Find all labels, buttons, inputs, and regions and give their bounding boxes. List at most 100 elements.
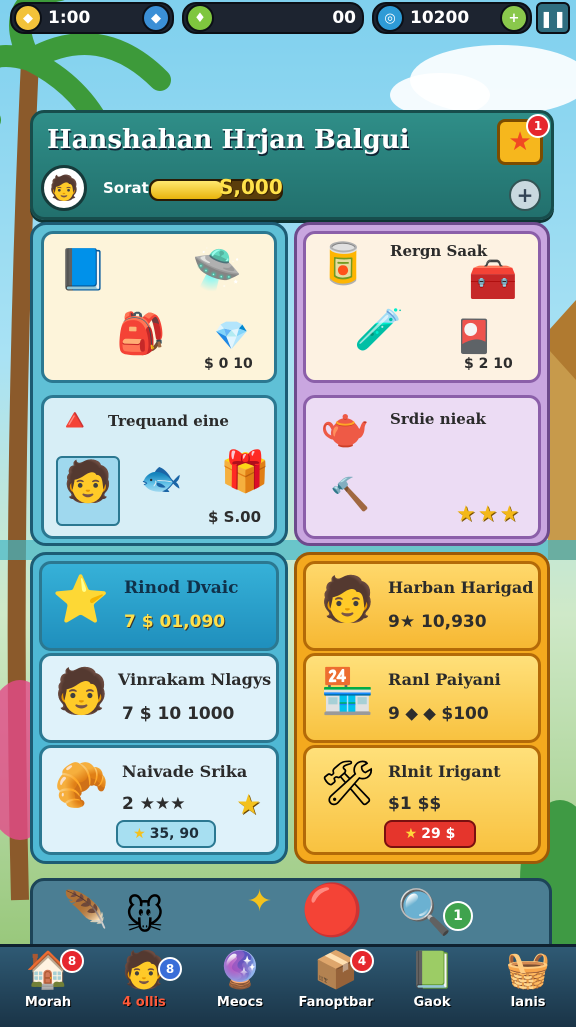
list-item[interactable]: 🥐 Naivade Srika 2 ★★★ ★ ★ 35, 90 [39, 745, 279, 855]
star-icon: ★ [133, 826, 146, 842]
nav-label: 4 ollis [122, 995, 166, 1010]
book-icon: 📗 [409, 950, 455, 991]
blue-crystal-icon: 💎 [214, 319, 249, 352]
orb-icon: 🔮 [217, 950, 263, 991]
nav-badge: 8 [60, 949, 84, 973]
nav-badge: 8 [158, 957, 182, 981]
item-price: $1 $$ [388, 794, 442, 814]
feather-icon[interactable]: 🪶 [63, 893, 108, 929]
tray-badge: 1 [443, 901, 473, 931]
shop-header-panel: Hanshahan Hrjan Balgui 🧑 Sorat S,000 ★ 1… [30, 110, 554, 220]
nav-characters[interactable]: 🧑 4 ollis 8 [96, 947, 192, 1027]
leaf-gem-icon: ♦ [186, 4, 214, 32]
currency-leaves[interactable]: ♦ 00 [182, 2, 364, 34]
upper-left-panel: 📘 🛸 🎒 💎 $ 0 10 🔺 Trequand eine 🧑 🐟 🎁 $ S… [30, 222, 288, 546]
progress-value: S,000 [219, 175, 283, 199]
starfish-icon: ⭐ [52, 572, 110, 626]
list-item[interactable]: 🧑 Vinrakam Nlagys 7 $ 10 1000 [39, 653, 279, 743]
item-price: 9 ⬥ ⬥ $100 [388, 704, 489, 724]
character-icon: 🧑 [320, 574, 375, 625]
list-item[interactable]: ⭐ Rinod Dvaic 7 $ 01,090 [39, 561, 279, 651]
add-button[interactable]: + [509, 179, 541, 211]
lower-right-panel: 🧑 Harban Harigad 9★ 10,930 🏪 Ranl Paiyan… [294, 552, 550, 864]
buy-button-label: 29 $ [421, 826, 456, 842]
lower-left-panel: ⭐ Rinod Dvaic 7 $ 01,090 🧑 Vinrakam Nlag… [30, 552, 288, 864]
player-face-icon: 🧑 [49, 174, 79, 202]
gold-star-icon[interactable]: ✦ [247, 887, 272, 917]
list-item[interactable]: 🧑 Harban Harigad 9★ 10,930 [303, 561, 541, 651]
item-name: Ranl Paiyani [388, 670, 501, 689]
character-icon[interactable]: 🐭 [125, 897, 165, 935]
item-name: Naivade Srika [122, 762, 248, 781]
item-price: 9★ 10,930 [388, 612, 487, 632]
nav-label: Meocs [216, 995, 264, 1010]
list-item[interactable]: 🏪 Ranl Paiyani 9 ⬥ ⬥ $100 [303, 653, 541, 743]
currency-gems[interactable]: ◆ 1:00 ◆ [10, 2, 174, 34]
mid-left-item-card[interactable]: 🔺 Trequand eine 🧑 🐟 🎁 $ S.00 [41, 395, 277, 539]
top-left-item-card[interactable]: 📘 🛸 🎒 💎 $ 0 10 [41, 231, 277, 383]
top-right-item-card[interactable]: Rergn Saak 🥫 🧰 🧪 🎴 $ 2 10 [303, 231, 541, 383]
pause-button[interactable]: ❚❚ [536, 2, 570, 34]
fish-icon: 🐟 [140, 459, 183, 499]
star-icon: ★ [236, 788, 262, 821]
pause-icon: ❚❚ [539, 8, 567, 28]
star-icon: ★ [404, 826, 418, 842]
shop-title: Hanshahan Hrjan Balgui [47, 125, 410, 155]
item-name: Harban Harigad [388, 578, 534, 597]
favorites-button[interactable]: ★ 1 [497, 114, 550, 165]
sort-label: Sorat [103, 179, 149, 197]
nav-badge: 4 [350, 949, 374, 973]
item-title: Trequand eine [108, 412, 229, 430]
blue-chest-icon: 🧰 [468, 257, 518, 303]
currency-coins-value: 10200 [410, 8, 470, 28]
character-icon: 🧑 [54, 666, 109, 717]
shovel-icon: 🔨 [330, 475, 370, 513]
buy-button[interactable]: ★ 29 $ [384, 820, 476, 848]
nav-label: Gaok [413, 995, 451, 1010]
orb-icon[interactable]: 🔴 [301, 885, 363, 935]
nav-crate[interactable]: 🧺 Ianis [480, 947, 576, 1027]
item-price: 7 $ 01,090 [124, 612, 226, 632]
player-avatar[interactable]: 🧑 [41, 165, 87, 211]
nav-orbs[interactable]: 🔮 Meocs [192, 947, 288, 1027]
nav-chest[interactable]: 📦 Fanoptbar 4 [288, 947, 384, 1027]
nav-label: Fanoptbar [298, 995, 374, 1010]
alien-hat-icon: 🛸 [192, 247, 242, 293]
coin-icon: ◎ [376, 4, 404, 32]
add-leaf-icon[interactable]: + [500, 4, 528, 32]
pink-card-icon: 🎴 [454, 317, 494, 355]
currency-gems-value: 1:00 [48, 8, 91, 28]
rating-stars: ★★★ [456, 502, 522, 527]
green-potion-icon: 🧪 [354, 307, 404, 353]
buy-button-label: 35, 90 [149, 826, 199, 842]
mid-right-item-card[interactable]: 🫖 Srdie nieak 🔨 ★★★ [303, 395, 541, 539]
buy-button[interactable]: ★ 35, 90 [116, 820, 216, 848]
item-price: $ S.00 [208, 508, 262, 526]
item-name: Rlnit Irigant [388, 762, 501, 781]
item-name: Vinrakam Nlagys [118, 670, 272, 689]
nav-home[interactable]: 🏠 Morah 8 [0, 947, 96, 1027]
market-stall-icon: 🏪 [320, 666, 375, 717]
item-price: 7 $ 10 1000 [122, 704, 235, 724]
green-bag-icon: 🎒 [116, 311, 166, 357]
item-price: $ 2 10 [464, 356, 513, 372]
item-title: Srdie nieak [390, 410, 486, 428]
plus-icon: + [516, 183, 534, 207]
item-tray: 🪶 🐭 ✦ 🔴 🔍 1 [30, 878, 552, 954]
item-name: Rinod Dvaic [124, 578, 239, 598]
croissant-icon: 🥐 [54, 760, 109, 811]
cannon-icon: 🥫 [318, 241, 368, 287]
nav-book[interactable]: 📗 Gaok [384, 947, 480, 1027]
gem-badge-icon: 🔺 [56, 403, 94, 438]
top-currency-bar: ◆ 1:00 ◆ ♦ 00 ◎ 10200 + ❚❚ [0, 0, 576, 34]
upper-right-panel: Rergn Saak 🥫 🧰 🧪 🎴 $ 2 10 🫖 Srdie nieak … [294, 222, 550, 546]
gem-icon: ◆ [14, 4, 42, 32]
item-price: $ 0 10 [204, 356, 253, 372]
watering-can-icon: 🫖 [320, 405, 370, 451]
item-price: 2 ★★★ [122, 794, 186, 814]
list-item[interactable]: 🛠 Rlnit Irigant $1 $$ ★ 29 $ [303, 745, 541, 855]
nav-label: Ianis [510, 995, 546, 1010]
notification-badge: 1 [526, 114, 550, 138]
sapphire-icon: ◆ [142, 4, 170, 32]
currency-coins[interactable]: ◎ 10200 + [372, 2, 532, 34]
